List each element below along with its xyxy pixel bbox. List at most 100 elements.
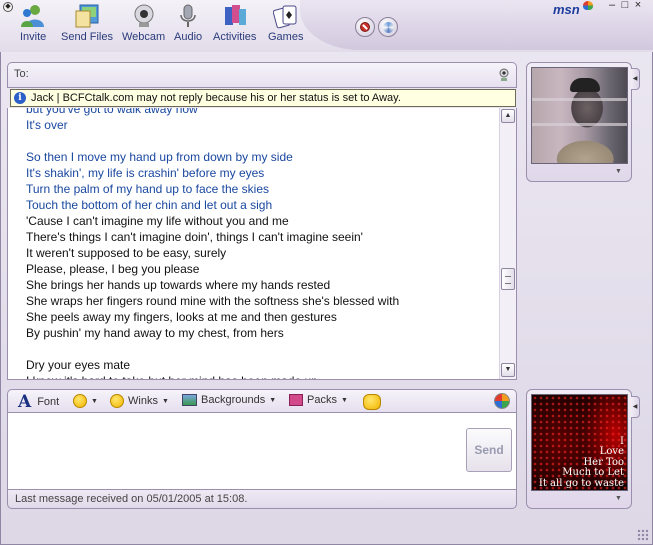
- games-button[interactable]: Games: [268, 3, 303, 47]
- background-icon: [383, 22, 394, 33]
- message-line: 'Cause I can't imagine my life without y…: [26, 214, 289, 228]
- message-line: Touch the bottom of her chin and let out…: [26, 198, 273, 212]
- contact-card-icon[interactable]: [497, 68, 511, 82]
- font-button[interactable]: A Font: [18, 392, 59, 412]
- block-icon: [360, 22, 370, 32]
- font-icon: A: [18, 392, 32, 412]
- chevron-down-icon: ▼: [269, 396, 277, 404]
- invite-button[interactable]: Invite: [20, 3, 46, 47]
- message-line: [26, 133, 496, 149]
- emoticons-button[interactable]: ▼: [73, 394, 98, 408]
- activities-icon: [222, 3, 248, 29]
- last-message-status: Last message received on 05/01/2005 at 1…: [15, 493, 248, 505]
- block-button[interactable]: [355, 17, 375, 37]
- shelf-decoration: [532, 123, 627, 126]
- message-line: I know it's hard to take but her mind ha…: [26, 373, 496, 379]
- activities-button[interactable]: Activities: [213, 3, 256, 47]
- font-label: Font: [37, 396, 60, 408]
- resize-grip[interactable]: [637, 529, 649, 541]
- to-label: To:: [14, 68, 29, 80]
- backgrounds-label: Backgrounds: [201, 394, 266, 406]
- invite-label: Invite: [20, 31, 47, 43]
- message-line: She brings her hands up towards where my…: [26, 278, 331, 292]
- away-status-notice: i Jack | BCFCtalk.com may not reply beca…: [10, 89, 516, 107]
- send-files-button[interactable]: Send Files: [61, 3, 113, 47]
- message-line: Turn the palm of my hand up to face the …: [26, 182, 270, 196]
- message-line: Please, please, I beg you please: [26, 262, 200, 276]
- send-files-icon: [74, 3, 100, 29]
- audio-button[interactable]: Audio: [174, 3, 202, 47]
- contact-display-picture[interactable]: [531, 67, 628, 164]
- games-icon: [272, 3, 299, 29]
- webcam-label: Webcam: [122, 31, 166, 43]
- format-toolbar: A Font ▼ Winks ▼ Backgrounds ▼ Packs ▼: [7, 389, 517, 413]
- chevron-down-icon[interactable]: ▼: [615, 168, 622, 175]
- scroll-up-button[interactable]: ▲: [501, 109, 515, 123]
- toolbar-backdrop: [300, 0, 653, 50]
- away-status-text: Jack | BCFCtalk.com may not reply becaus…: [31, 92, 401, 104]
- backgrounds-button[interactable]: Backgrounds ▼: [182, 394, 276, 406]
- message-line: There's things I can't imagine doin', th…: [26, 230, 363, 244]
- chevron-down-icon[interactable]: ▼: [615, 495, 622, 502]
- dynamic-smiley-icon: [363, 394, 381, 410]
- message-input[interactable]: [7, 413, 517, 490]
- audio-label: Audio: [174, 31, 203, 43]
- caption-line: It all go to waste: [538, 477, 624, 489]
- system-menu-icon[interactable]: ◆: [3, 2, 13, 12]
- conversation-scrollbar[interactable]: ▲ ▼: [499, 108, 516, 379]
- caption-line: Love: [599, 446, 624, 457]
- msn-butterfly-icon: [583, 1, 593, 10]
- packs-button[interactable]: Packs ▼: [289, 394, 348, 406]
- message-line: So then I move my hand up from down by m…: [26, 150, 293, 164]
- close-button[interactable]: ×: [632, 0, 644, 12]
- info-icon: i: [14, 92, 26, 104]
- message-line: It weren't supposed to be easy, surely: [26, 246, 227, 260]
- status-bar: Last message received on 05/01/2005 at 1…: [7, 489, 517, 509]
- activities-label: Activities: [213, 31, 257, 43]
- maximize-button[interactable]: □: [619, 0, 631, 12]
- backgrounds-icon: [182, 394, 197, 406]
- chevron-down-icon: ▼: [340, 396, 348, 404]
- conversation-text: but you've got to walk away now It's over…: [26, 108, 496, 379]
- shelf-decoration: [532, 98, 627, 101]
- smiley-icon: [73, 394, 87, 408]
- my-display-picture-frame: I Love Her Too Much to Let It all go to …: [526, 389, 632, 509]
- chevron-down-icon: ▼: [161, 397, 169, 405]
- message-line: It's shakin', my life is crashin' before…: [26, 166, 265, 180]
- dynamic-display-button[interactable]: [363, 394, 381, 410]
- send-button[interactable]: Send: [466, 428, 512, 472]
- my-display-picture[interactable]: I Love Her Too Much to Let It all go to …: [531, 394, 628, 491]
- games-label: Games: [268, 31, 304, 43]
- scroll-thumb[interactable]: [501, 268, 515, 290]
- wink-icon: [110, 394, 124, 408]
- background-button[interactable]: [378, 17, 398, 37]
- cap-decoration: [570, 78, 600, 92]
- gift-icon: [289, 394, 303, 406]
- collapse-my-picture-tab[interactable]: ◀: [631, 396, 640, 418]
- collapse-contact-picture-tab[interactable]: ◀: [631, 68, 640, 90]
- microphone-icon: [175, 3, 201, 29]
- message-line: but you've got to walk away now: [26, 108, 198, 116]
- message-line: It's over: [26, 118, 68, 132]
- winks-label: Winks: [128, 395, 158, 407]
- winks-button[interactable]: Winks ▼: [110, 394, 169, 408]
- message-line: Dry your eyes mate: [26, 358, 131, 372]
- conversation-history[interactable]: but you've got to walk away now It's over…: [7, 108, 517, 380]
- message-line: [26, 341, 496, 357]
- scroll-down-button[interactable]: ▼: [501, 363, 515, 377]
- invite-icon: [20, 3, 46, 29]
- msn-feature-button[interactable]: [494, 393, 510, 409]
- butterfly-icon: [494, 393, 510, 409]
- message-line: She wraps her fingers round mine with th…: [26, 294, 400, 308]
- webcam-button[interactable]: Webcam: [122, 3, 165, 47]
- to-bar: To:: [7, 62, 517, 88]
- picture-caption: I Love Her Too Much to Let It all go to …: [538, 436, 624, 490]
- minimize-button[interactable]: –: [606, 0, 618, 12]
- send-files-label: Send Files: [61, 31, 113, 43]
- main-toolbar: ◆ Invite Send Files Webcam Audio Activit…: [0, 0, 653, 52]
- packs-label: Packs: [307, 394, 337, 406]
- caption-line: Much to Let: [562, 467, 624, 478]
- contact-display-picture-frame: ▼: [526, 62, 632, 182]
- webcam-icon: [131, 3, 157, 29]
- chevron-down-icon: ▼: [91, 397, 98, 405]
